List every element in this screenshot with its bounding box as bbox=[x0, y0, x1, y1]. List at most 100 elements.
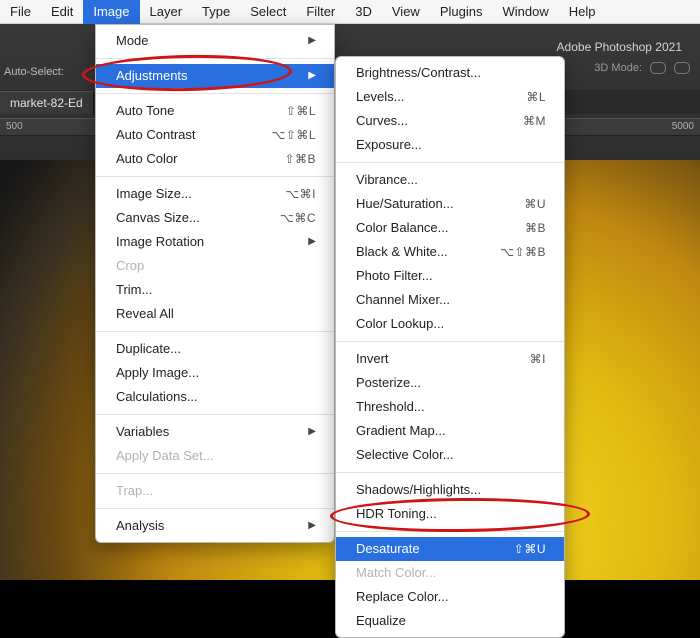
menu-bar: FileEditImageLayerTypeSelectFilter3DView… bbox=[0, 0, 700, 24]
image_menu-separator bbox=[96, 176, 334, 177]
menu-edit[interactable]: Edit bbox=[41, 0, 83, 24]
menu-item-label: Auto Tone bbox=[116, 102, 174, 120]
submenu-arrow-icon: ▶ bbox=[308, 517, 316, 535]
image_menu-separator bbox=[96, 508, 334, 509]
menu-image[interactable]: Image bbox=[83, 0, 139, 24]
menu-item-shortcut: ⌥⌘I bbox=[285, 185, 316, 203]
adjustments_menu-item-selective-color[interactable]: Selective Color... bbox=[336, 443, 564, 467]
image_menu-item-duplicate[interactable]: Duplicate... bbox=[96, 337, 334, 361]
menu-item-label: Threshold... bbox=[356, 398, 425, 416]
adjustments_menu-item-posterize[interactable]: Posterize... bbox=[336, 371, 564, 395]
menu-item-label: Adjustments bbox=[116, 67, 188, 85]
adjustments_menu-item-channel-mixer[interactable]: Channel Mixer... bbox=[336, 288, 564, 312]
menu-item-label: Variables bbox=[116, 423, 169, 441]
image_menu-item-reveal-all[interactable]: Reveal All bbox=[96, 302, 334, 326]
image_menu-separator bbox=[96, 414, 334, 415]
adjustments_menu-item-hue-saturation[interactable]: Hue/Saturation...⌘U bbox=[336, 192, 564, 216]
image_menu-item-image-rotation[interactable]: Image Rotation▶ bbox=[96, 230, 334, 254]
menu-item-label: Desaturate bbox=[356, 540, 420, 558]
adjustments_menu-item-replace-color[interactable]: Replace Color... bbox=[336, 585, 564, 609]
adjustments_menu-item-equalize[interactable]: Equalize bbox=[336, 609, 564, 633]
adjustments_menu-item-hdr-toning[interactable]: HDR Toning... bbox=[336, 502, 564, 526]
image_menu-item-auto-color[interactable]: Auto Color⇧⌘B bbox=[96, 147, 334, 171]
image_menu-item-auto-tone[interactable]: Auto Tone⇧⌘L bbox=[96, 99, 334, 123]
pan-icon[interactable] bbox=[674, 62, 690, 74]
menu-item-label: Trim... bbox=[116, 281, 152, 299]
image_menu-item-mode[interactable]: Mode▶ bbox=[96, 29, 334, 53]
adjustments_menu-item-brightness-contrast[interactable]: Brightness/Contrast... bbox=[336, 61, 564, 85]
menu-item-label: Trap... bbox=[116, 482, 153, 500]
menu-item-shortcut: ⇧⌘U bbox=[514, 540, 546, 558]
ruler-tick: 500 bbox=[6, 121, 23, 135]
adjustments_menu-item-photo-filter[interactable]: Photo Filter... bbox=[336, 264, 564, 288]
menu-item-label: Invert bbox=[356, 350, 389, 368]
menu-select[interactable]: Select bbox=[240, 0, 296, 24]
document-tab[interactable]: market-82-Ed bbox=[0, 91, 94, 114]
image_menu-item-trim[interactable]: Trim... bbox=[96, 278, 334, 302]
menu-item-label: Canvas Size... bbox=[116, 209, 200, 227]
menu-item-shortcut: ⌘U bbox=[524, 195, 546, 213]
image_menu-item-analysis[interactable]: Analysis ▶ bbox=[96, 514, 334, 538]
image_menu-item-auto-contrast[interactable]: Auto Contrast ⌥⇧⌘L bbox=[96, 123, 334, 147]
menu-item-label: Curves... bbox=[356, 112, 408, 130]
adjustments_menu-separator bbox=[336, 341, 564, 342]
menu-item-label: Equalize bbox=[356, 612, 406, 630]
menu-item-shortcut: ⌘B bbox=[525, 219, 546, 237]
menu-item-shortcut: ⌘L bbox=[526, 88, 546, 106]
adjustments_menu-item-curves[interactable]: Curves...⌘M bbox=[336, 109, 564, 133]
image_menu-item-apply-image[interactable]: Apply Image... bbox=[96, 361, 334, 385]
menu-item-shortcut: ⌘I bbox=[530, 350, 546, 368]
menu-filter[interactable]: Filter bbox=[296, 0, 345, 24]
menu-item-label: Photo Filter... bbox=[356, 267, 433, 285]
menu-item-label: Selective Color... bbox=[356, 446, 454, 464]
image_menu-item-trap: Trap... bbox=[96, 479, 334, 503]
adjustments_menu-item-black-white[interactable]: Black & White...⌥⇧⌘B bbox=[336, 240, 564, 264]
menu-item-label: Duplicate... bbox=[116, 340, 181, 358]
image_menu-separator bbox=[96, 331, 334, 332]
image_menu-item-calculations[interactable]: Calculations... bbox=[96, 385, 334, 409]
image_menu-separator bbox=[96, 58, 334, 59]
adjustments_menu-item-vibrance[interactable]: Vibrance... bbox=[336, 168, 564, 192]
adjustments_menu-item-gradient-map[interactable]: Gradient Map... bbox=[336, 419, 564, 443]
3d-mode-group: 3D Mode: bbox=[594, 62, 690, 74]
image_menu-item-variables[interactable]: Variables▶ bbox=[96, 420, 334, 444]
menu-view[interactable]: View bbox=[382, 0, 430, 24]
image_menu-item-canvas-size[interactable]: Canvas Size... ⌥⌘C bbox=[96, 206, 334, 230]
menu-3d[interactable]: 3D bbox=[345, 0, 382, 24]
menu-item-label: Gradient Map... bbox=[356, 422, 446, 440]
menu-item-label: Replace Color... bbox=[356, 588, 449, 606]
adjustments_menu-item-shadows-highlights[interactable]: Shadows/Highlights... bbox=[336, 478, 564, 502]
menu-layer[interactable]: Layer bbox=[140, 0, 193, 24]
menu-item-label: Auto Contrast bbox=[116, 126, 196, 144]
adjustments_menu-item-exposure[interactable]: Exposure... bbox=[336, 133, 564, 157]
app-name: Adobe Photoshop 2021 bbox=[557, 40, 682, 54]
menu-item-shortcut: ⌥⌘C bbox=[280, 209, 316, 227]
menu-item-label: Channel Mixer... bbox=[356, 291, 450, 309]
menu-item-label: Analysis bbox=[116, 517, 164, 535]
image_menu-separator bbox=[96, 93, 334, 94]
menu-help[interactable]: Help bbox=[559, 0, 606, 24]
adjustments_menu-item-levels[interactable]: Levels...⌘L bbox=[336, 85, 564, 109]
menu-file[interactable]: File bbox=[0, 0, 41, 24]
adjustments_menu-item-invert[interactable]: Invert ⌘I bbox=[336, 347, 564, 371]
adjustments_menu-separator bbox=[336, 472, 564, 473]
menu-type[interactable]: Type bbox=[192, 0, 240, 24]
image_menu-item-crop: Crop bbox=[96, 254, 334, 278]
menu-item-label: Color Lookup... bbox=[356, 315, 444, 333]
menu-item-label: Calculations... bbox=[116, 388, 198, 406]
auto-select-label: Auto-Select: bbox=[4, 66, 64, 78]
adjustments_menu-item-color-lookup[interactable]: Color Lookup... bbox=[336, 312, 564, 336]
menu-item-shortcut: ⌥⇧⌘L bbox=[271, 126, 316, 144]
menu-item-label: Auto Color bbox=[116, 150, 177, 168]
menu-plugins[interactable]: Plugins bbox=[430, 0, 493, 24]
orbit-icon[interactable] bbox=[650, 62, 666, 74]
adjustments_menu-item-threshold[interactable]: Threshold... bbox=[336, 395, 564, 419]
adjustments_menu-item-color-balance[interactable]: Color Balance...⌘B bbox=[336, 216, 564, 240]
image_menu-item-adjustments[interactable]: Adjustments▶ bbox=[96, 64, 334, 88]
menu-item-label: Exposure... bbox=[356, 136, 422, 154]
ruler-tick: 5000 bbox=[672, 121, 694, 135]
image_menu-item-image-size[interactable]: Image Size...⌥⌘I bbox=[96, 182, 334, 206]
adjustments_menu-item-desaturate[interactable]: Desaturate ⇧⌘U bbox=[336, 537, 564, 561]
adjustments-submenu: Brightness/Contrast...Levels...⌘LCurves.… bbox=[335, 56, 565, 638]
menu-window[interactable]: Window bbox=[492, 0, 558, 24]
